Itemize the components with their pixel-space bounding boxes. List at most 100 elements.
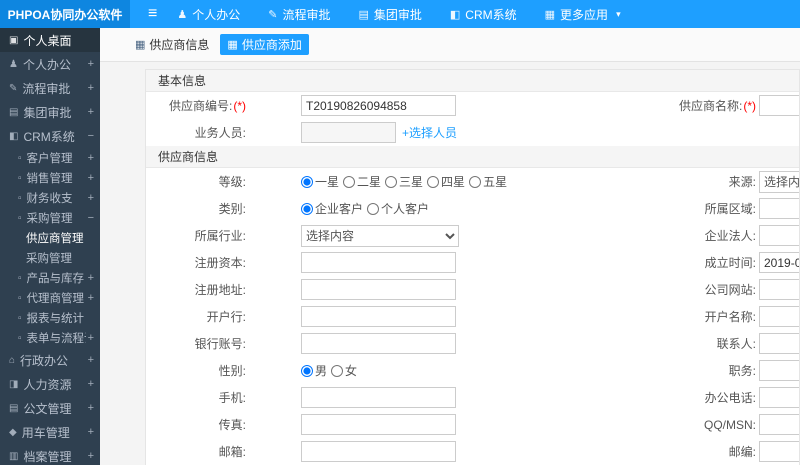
account-name-input[interactable] xyxy=(759,306,799,327)
gender-radio-group: 男 女 xyxy=(301,362,521,379)
pencil-icon: ✎ xyxy=(268,8,278,21)
desktop-icon: ▣ xyxy=(9,34,19,46)
tab-supplier-info[interactable]: ▦ 供应商信息 xyxy=(128,34,216,55)
sidebar-item-admin-office[interactable]: ⌂ 行政办公 + xyxy=(0,348,100,372)
required-mark: (*) xyxy=(233,99,246,113)
founded-date-input[interactable] xyxy=(759,252,799,273)
car-icon: ◆ xyxy=(9,426,17,438)
nav-label: 个人办公 xyxy=(192,7,241,22)
pencil-icon: ✎ xyxy=(9,82,18,94)
sidebar-item-reports[interactable]: ▫ 报表与统计 xyxy=(0,308,100,328)
field-label: 供应商编号: xyxy=(168,99,233,113)
category-radio[interactable] xyxy=(367,202,380,215)
tab-label: 供应商信息 xyxy=(149,38,210,52)
email-input[interactable] xyxy=(301,441,456,462)
industry-select[interactable]: 选择内容 xyxy=(301,224,459,247)
field-label: 邮编: xyxy=(728,445,756,459)
nav-process-approval[interactable]: ✎ 流程审批 xyxy=(268,6,330,23)
sidebar-item-sales-mgmt[interactable]: ▫ 销售管理 + xyxy=(0,168,100,188)
field-label: 业务人员: xyxy=(194,126,246,140)
field-label: 开户名称: xyxy=(704,310,756,324)
legal-person-input[interactable] xyxy=(759,225,799,246)
staff-input[interactable] xyxy=(301,122,396,143)
chart-icon: ◧ xyxy=(449,8,461,21)
nav-more-apps[interactable]: ▦ 更多应用 ▾ xyxy=(545,6,621,23)
sidebar-item-purchasing[interactable]: 采购管理 xyxy=(0,248,100,268)
gender-radio[interactable] xyxy=(331,364,344,377)
zip-input[interactable] xyxy=(759,441,799,462)
field-label: 企业法人: xyxy=(704,229,756,243)
sidebar-item-official-doc[interactable]: ▤ 公文管理 + xyxy=(0,396,100,420)
form-row: 手机: 办公电话: xyxy=(146,384,799,411)
nav-label: CRM系统 xyxy=(465,7,517,22)
field-label: 所属行业: xyxy=(194,229,246,243)
form-row: 开户行: 开户名称: xyxy=(146,303,799,330)
sidebar-item-purchase-mgmt[interactable]: ▫ 采购管理 − xyxy=(0,208,100,228)
sidebar-item-vehicle-mgmt[interactable]: ◆ 用车管理 + xyxy=(0,420,100,444)
field-label: 办公电话: xyxy=(704,391,756,405)
region-input[interactable] xyxy=(759,198,799,219)
contact-input[interactable] xyxy=(759,333,799,354)
level-radio[interactable] xyxy=(301,175,313,188)
position-input[interactable] xyxy=(759,360,799,381)
category-radio-group: 企业客户 个人客户 xyxy=(301,200,521,217)
grid-icon: ▦ xyxy=(135,39,146,51)
sidebar-item-hr[interactable]: ◨ 人力资源 + xyxy=(0,372,100,396)
source-select[interactable]: 选择内容 xyxy=(759,170,799,193)
supplier-no-input[interactable] xyxy=(301,95,456,116)
office-tel-input[interactable] xyxy=(759,387,799,408)
capital-input[interactable] xyxy=(301,252,456,273)
level-radio[interactable] xyxy=(343,175,356,188)
sidebar-item-supplier-mgmt[interactable]: 供应商管理 xyxy=(0,228,100,248)
grid-icon: ▦ xyxy=(227,39,238,51)
select-person-link[interactable]: +选择人员 xyxy=(402,124,457,141)
person-icon: ♟ xyxy=(9,58,18,70)
nav-label: 流程审批 xyxy=(282,7,331,22)
mobile-input[interactable] xyxy=(301,387,456,408)
sidebar-item-customer-mgmt[interactable]: ▫ 客户管理 + xyxy=(0,148,100,168)
sidebar-item-personal-desktop[interactable]: ▣ 个人桌面 xyxy=(0,28,100,52)
bank-no-input[interactable] xyxy=(301,333,456,354)
folder-icon: ▫ xyxy=(18,192,22,204)
field-label: QQ/MSN: xyxy=(703,417,756,432)
nav-crm-system[interactable]: ◧ CRM系统 xyxy=(450,6,517,23)
section-header-basic-info: 基本信息 xyxy=(146,70,799,92)
reg-address-input[interactable] xyxy=(301,279,456,300)
gender-radio[interactable] xyxy=(301,364,313,377)
folder-icon: ▫ xyxy=(18,272,22,284)
tab-supplier-add[interactable]: ▦ 供应商添加 xyxy=(220,34,309,55)
section-header-supplier-info: 供应商信息 xyxy=(146,146,799,168)
hamburger-icon[interactable]: ≡ xyxy=(148,0,157,28)
briefcase-icon: ▤ xyxy=(358,8,369,21)
field-label: 来源: xyxy=(728,175,756,189)
qq-msn-input[interactable] xyxy=(759,414,799,435)
nav-personal-office[interactable]: ♟ 个人办公 xyxy=(177,6,240,23)
sidebar-item-finance[interactable]: ▫ 财务收支 + xyxy=(0,188,100,208)
topbar: PHPOA协同办公软件 ≡ ♟ 个人办公 ✎ 流程审批 ▤ 集团审批 ◧ CRM… xyxy=(0,0,800,28)
bank-input[interactable] xyxy=(301,306,456,327)
field-label: 开户行: xyxy=(206,310,246,324)
sidebar-item-archive-mgmt[interactable]: ▥ 档案管理 + xyxy=(0,444,100,465)
category-radio[interactable] xyxy=(301,202,313,215)
level-radio[interactable] xyxy=(427,175,440,188)
level-radio[interactable] xyxy=(469,175,482,188)
field-label: 所属区域: xyxy=(704,202,756,216)
sidebar-item-personal-office[interactable]: ♟ 个人办公 + xyxy=(0,52,100,76)
folder-icon: ▫ xyxy=(18,332,22,344)
sidebar-item-process-approval[interactable]: ✎ 流程审批 + xyxy=(0,76,100,100)
level-radio[interactable] xyxy=(385,175,398,188)
website-input[interactable] xyxy=(759,279,799,300)
sidebar-item-agent-mgmt[interactable]: ▫ 代理商管理 + xyxy=(0,288,100,308)
form-row: 类别: 企业客户 个人客户 所属区域: xyxy=(146,195,799,222)
folder-icon: ▫ xyxy=(18,172,22,184)
nav-group-approval[interactable]: ▤ 集团审批 xyxy=(358,6,421,23)
supplier-name-input[interactable] xyxy=(759,95,799,116)
sidebar-item-product-inventory[interactable]: ▫ 产品与库存 + xyxy=(0,268,100,288)
briefcase-icon: ▤ xyxy=(9,106,19,118)
sidebar-item-group-approval[interactable]: ▤ 集团审批 + xyxy=(0,100,100,124)
field-label: 手机: xyxy=(218,391,246,405)
sidebar-item-form-flow-settings[interactable]: ▫ 表单与流程设置 + xyxy=(0,328,100,348)
fax-input[interactable] xyxy=(301,414,456,435)
sidebar-item-crm-system[interactable]: ◧ CRM系统 − xyxy=(0,124,100,148)
sidebar: ▣ 个人桌面 ♟ 个人办公 + ✎ 流程审批 + ▤ 集团审批 + ◧ CRM系… xyxy=(0,28,100,465)
